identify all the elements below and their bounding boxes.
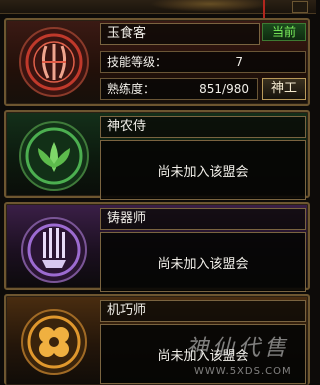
profession-name-box: 玉食客	[100, 23, 260, 45]
herb-emblem-icon	[12, 116, 96, 196]
membership-status: 尚未加入该盟会	[100, 140, 306, 200]
profession-card-shennong[interactable]: 神农侍 尚未加入该盟会	[4, 110, 310, 200]
proficiency-label: 熟练度：	[107, 82, 156, 96]
profession-name: 玉食客	[107, 26, 147, 41]
profession-card-yushike[interactable]: 玉食客 当前 技能等级： 7 熟练度： 851/980 神工	[4, 18, 310, 106]
close-button[interactable]	[292, 1, 308, 13]
top-frame	[0, 0, 316, 24]
profession-card-jiqiao[interactable]: 机巧师 尚未加入该盟会	[4, 294, 310, 385]
chef-emblem-icon	[12, 22, 96, 102]
title-ornament	[150, 0, 270, 12]
current-badge: 当前	[262, 23, 306, 41]
profession-card-zhuqi[interactable]: 铸器师 尚未加入该盟会	[4, 202, 310, 292]
forge-emblem-icon	[12, 208, 96, 288]
skill-level-value: 7	[235, 55, 243, 69]
profession-name: 机巧师	[107, 303, 147, 318]
profession-name: 神农侍	[107, 119, 147, 134]
shengong-button[interactable]: 神工	[262, 78, 306, 100]
profession-name-box: 神农侍	[100, 116, 306, 138]
profession-name: 铸器师	[107, 211, 147, 226]
proficiency-row: 熟练度： 851/980	[100, 78, 258, 100]
membership-status: 尚未加入该盟会	[100, 232, 306, 292]
skill-level-label: 技能等级：	[107, 55, 168, 69]
gear-emblem-icon	[12, 300, 96, 380]
membership-status: 尚未加入该盟会	[100, 324, 306, 384]
profession-name-box: 机巧师	[100, 300, 306, 322]
proficiency-value: 851/980	[199, 82, 249, 96]
profession-name-box: 铸器师	[100, 208, 306, 230]
skill-level-row: 技能等级： 7	[100, 51, 306, 73]
